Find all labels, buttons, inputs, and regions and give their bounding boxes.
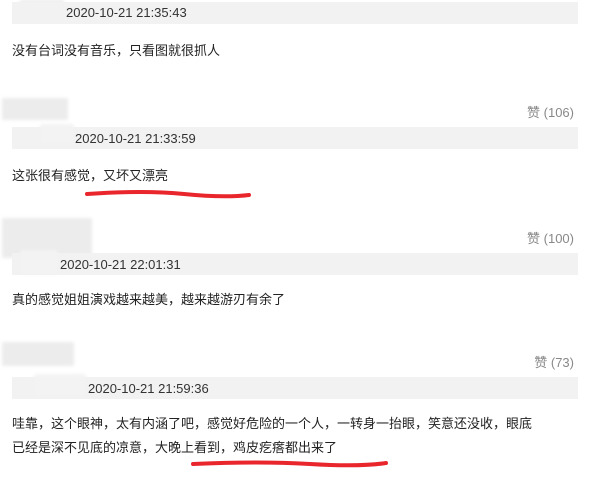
avatar-blur [2,342,74,366]
username-blur [34,374,86,396]
avatar-blur [2,98,68,120]
like-button[interactable]: 赞 (106) [527,102,574,121]
comment-text-line-2: 已经是深不见底的凉意，大晚上看到，鸡皮疙瘩都出来了 [12,437,582,459]
red-underline [85,190,251,199]
username-blur [40,124,74,142]
comment-timestamp: 2020-10-21 21:33:59 [75,131,196,146]
comment-text-plain: 已经是深不见底的凉意，大晚上看到 [12,440,221,455]
comment-text: 真的感觉姐姐演戏越来越美，越来越游刃有余了 [12,292,286,307]
comment-text-emphasis: ，又坏又漂亮 [90,168,169,183]
like-button[interactable]: 赞 (100) [527,228,574,247]
comment-text: 这张很有感觉，又坏又漂亮 [12,165,582,187]
comment-text-emphasis: ，鸡皮疙瘩都出来了 [220,440,338,455]
comment-timestamp: 2020-10-21 21:59:36 [88,381,209,396]
comment-timestamp: 2020-10-21 22:01:31 [60,257,181,272]
comment-text-plain: 这张很有感觉 [12,168,91,183]
comment-text-line-1: 哇靠，这个眼神，太有内涵了吧，感觉好危险的一个人，一转身一抬眼，笑意还没收，眼底 [12,416,533,431]
username-blur [20,250,58,274]
like-button[interactable]: 赞 (73) [534,352,574,371]
red-underline [191,460,388,468]
comment-timestamp: 2020-10-21 21:35:43 [66,5,187,20]
comment-text: 没有台词没有音乐，只看图就很抓人 [12,43,221,58]
